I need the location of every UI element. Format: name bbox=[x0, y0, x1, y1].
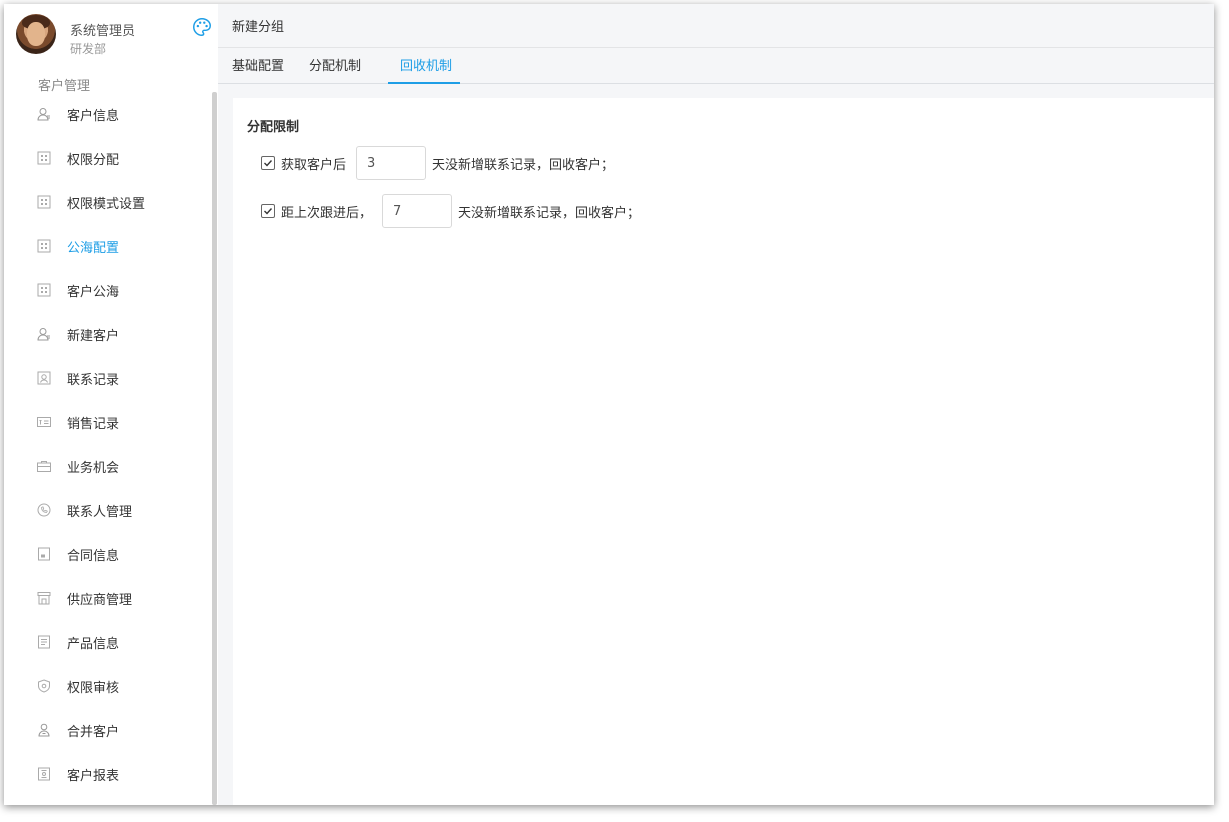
sidebar-item-products[interactable]: 产品信息 bbox=[4, 620, 212, 664]
avatar-face bbox=[27, 22, 45, 46]
grid-icon bbox=[37, 283, 51, 297]
sidebar-item-label: 权限分配 bbox=[67, 152, 120, 168]
check-icon bbox=[264, 208, 273, 215]
user-icon bbox=[37, 107, 51, 121]
active-tab-indicator bbox=[388, 82, 460, 84]
sidebar-item-new-customer[interactable]: 新建客户 bbox=[4, 312, 212, 356]
palette-icon[interactable] bbox=[191, 16, 213, 38]
user-icon bbox=[37, 327, 51, 341]
tab-basic-config[interactable]: 基础配置 bbox=[232, 48, 284, 84]
sidebar-item-opportunities[interactable]: 业务机会 bbox=[4, 444, 212, 488]
rule-suffix: 天没新增联系记录，回收客户； bbox=[458, 205, 641, 221]
tab-recycle[interactable]: 回收机制 bbox=[400, 48, 452, 84]
rule-row-followup: 距上次跟进后， 天没新增联系记录，回收客户； bbox=[261, 194, 640, 228]
sidebar-item-suppliers[interactable]: 供应商管理 bbox=[4, 576, 212, 620]
sidebar-item-label: 产品信息 bbox=[67, 636, 120, 652]
rule-checkbox[interactable] bbox=[261, 156, 275, 170]
page-title: 新建分组 bbox=[232, 20, 285, 35]
tab-bar: 基础配置 分配机制 回收机制 bbox=[218, 48, 1214, 84]
sidebar-item-customer-reports[interactable]: 客户报表 bbox=[4, 752, 212, 796]
sidebar-item-label: 客户公海 bbox=[67, 284, 120, 300]
record-icon bbox=[37, 371, 51, 385]
user-profile[interactable]: 系统管理员 研发部 bbox=[16, 14, 212, 62]
sidebar-item-label: 公海配置 bbox=[67, 240, 120, 256]
sidebar-item-label: 合并客户 bbox=[67, 724, 120, 740]
sidebar-item-label: 权限审核 bbox=[67, 680, 120, 696]
report-icon bbox=[37, 767, 51, 781]
sidebar-item-label: 联系人管理 bbox=[67, 504, 133, 520]
rule-checkbox[interactable] bbox=[261, 204, 275, 218]
sidebar-item-permission-audit[interactable]: 权限审核 bbox=[4, 664, 212, 708]
sidebar-item-public-pool[interactable]: 客户公海 bbox=[4, 268, 212, 312]
app-window: 系统管理员 研发部 客户管理 客户信息 权限分配 权限模式设置 公海配置 客户公… bbox=[4, 4, 1214, 805]
content-panel: 分配限制 获取客户后 天没新增联系记录，回收客户； 距上次跟进后， 天没新增联系… bbox=[233, 98, 1214, 805]
user-name: 系统管理员 bbox=[70, 24, 136, 39]
sidebar-item-permission-assign[interactable]: 权限分配 bbox=[4, 136, 212, 180]
phone-icon bbox=[37, 503, 51, 517]
grid-icon bbox=[37, 239, 51, 253]
sidebar-item-contacts[interactable]: 联系人管理 bbox=[4, 488, 212, 532]
sidebar-scrollbar[interactable] bbox=[212, 92, 217, 805]
contract-icon bbox=[37, 547, 51, 561]
sidebar-nav: 客户信息 权限分配 权限模式设置 公海配置 客户公海 新建客户 联系记录 销售记… bbox=[4, 92, 212, 796]
grid-icon bbox=[37, 151, 51, 165]
sidebar-item-label: 新建客户 bbox=[67, 328, 120, 344]
check-icon bbox=[264, 160, 273, 167]
store-icon bbox=[37, 591, 51, 605]
sidebar-item-label: 供应商管理 bbox=[67, 592, 133, 608]
sidebar-item-label: 销售记录 bbox=[67, 416, 120, 432]
rule-label: 获取客户后 bbox=[281, 157, 347, 173]
avatar[interactable] bbox=[16, 14, 56, 54]
grid-icon bbox=[37, 195, 51, 209]
user-department: 研发部 bbox=[70, 42, 107, 56]
section-title: 分配限制 bbox=[247, 120, 300, 135]
briefcase-icon bbox=[37, 459, 51, 473]
shield-icon bbox=[37, 679, 51, 693]
sidebar-item-sales-records[interactable]: 销售记录 bbox=[4, 400, 212, 444]
sidebar-item-label: 客户报表 bbox=[67, 768, 120, 784]
sidebar-item-customer-info[interactable]: 客户信息 bbox=[4, 92, 212, 136]
sidebar-item-permission-mode[interactable]: 权限模式设置 bbox=[4, 180, 212, 224]
rule-row-acquire: 获取客户后 天没新增联系记录，回收客户； bbox=[261, 146, 614, 180]
days-input[interactable] bbox=[382, 194, 453, 228]
tab-allocation[interactable]: 分配机制 bbox=[309, 48, 361, 84]
sidebar-item-label: 合同信息 bbox=[67, 548, 120, 564]
sidebar: 系统管理员 研发部 客户管理 客户信息 权限分配 权限模式设置 公海配置 客户公… bbox=[4, 4, 218, 805]
document-icon bbox=[37, 635, 51, 649]
rule-label: 距上次跟进后， bbox=[281, 205, 373, 221]
sidebar-item-label: 联系记录 bbox=[67, 372, 120, 388]
sidebar-item-merge-customers[interactable]: 合并客户 bbox=[4, 708, 212, 752]
page-header: 新建分组 bbox=[218, 4, 1214, 48]
merge-user-icon bbox=[37, 723, 51, 737]
sidebar-item-label: 权限模式设置 bbox=[67, 196, 146, 212]
sidebar-item-contact-records[interactable]: 联系记录 bbox=[4, 356, 212, 400]
card-icon bbox=[37, 415, 51, 429]
rule-suffix: 天没新增联系记录，回收客户； bbox=[432, 157, 615, 173]
sidebar-item-label: 业务机会 bbox=[67, 460, 120, 476]
sidebar-item-contracts[interactable]: 合同信息 bbox=[4, 532, 212, 576]
days-input[interactable] bbox=[356, 146, 427, 180]
sidebar-item-public-pool-config[interactable]: 公海配置 bbox=[4, 224, 212, 268]
sidebar-item-label: 客户信息 bbox=[67, 108, 120, 124]
